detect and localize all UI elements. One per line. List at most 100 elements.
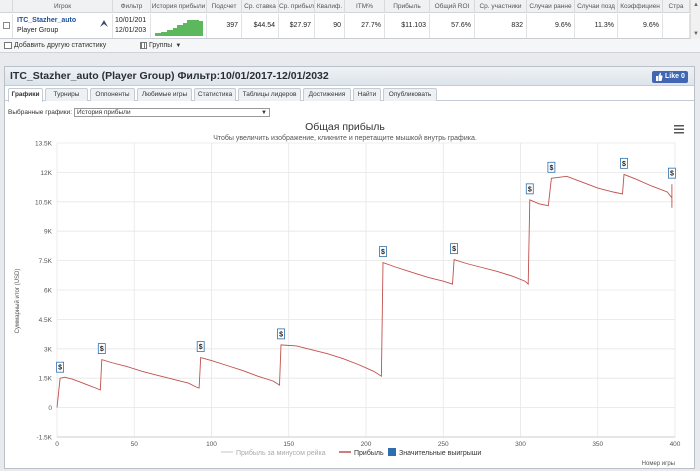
tab-achievements[interactable]: Достижения [303,88,351,101]
tab-find[interactable]: Найти [353,88,381,101]
filter-cell: 10/01/201 12/01/203 [113,14,151,38]
big-win-marker-label: $ [622,161,626,168]
add-stat-label: Добавить другую статистику [14,42,107,49]
count-value: 397 [207,14,242,38]
y-tick-label: 0 [48,405,52,412]
header-count[interactable]: Подсчет [207,0,242,13]
big-win-marker-label: $ [670,171,674,178]
panel-header: ITC_Stazher_auto (Player Group) Фильтр:1… [5,67,694,86]
header-player[interactable]: Игрок [13,0,113,13]
tab-publish[interactable]: Опубликовать [383,88,437,101]
select-all-header [0,0,13,13]
big-win-marker[interactable]: $ [525,183,534,195]
x-tick-label: 350 [592,441,603,448]
chart-subtitle: Чтобы увеличить изображение, кликните и … [213,134,477,142]
y-tick-label: 4.5K [39,317,53,324]
y-tick-label: -1.5K [36,435,52,442]
tab-statistics[interactable]: Статистика [194,88,236,101]
header-avg-participants[interactable]: Ср. участники [475,0,527,13]
y-tick-label: 10.5K [35,199,53,206]
tab-opponents[interactable]: Оппоненты [90,88,135,101]
header-profit-history[interactable]: История прибыли [151,0,207,13]
add-stat-button[interactable]: Добавить другую статистику [4,41,106,51]
qualif-value: 90 [315,14,345,38]
groups-button[interactable]: Группы ▼ [140,41,181,51]
grid-icon [140,41,147,49]
coefficient-value: 9.6% [618,14,663,38]
big-win-marker-label: $ [100,346,104,353]
y-tick-label: 3K [44,346,53,353]
scroll-down-icon[interactable]: ▼ [692,30,700,38]
header-filter[interactable]: Фильтр [113,0,151,13]
big-win-marker-label: $ [452,246,456,253]
big-win-marker[interactable]: $ [277,328,285,340]
big-win-marker[interactable]: $ [668,167,676,179]
chart-title: Общая прибыль [305,121,385,133]
big-win-marker[interactable]: $ [379,246,387,257]
big-win-marker-label: $ [199,344,203,351]
header-early-cases[interactable]: Случаи ранне [527,0,575,13]
profit-value: $11.103 [385,14,430,38]
header-roi[interactable]: Общий ROI [430,0,475,13]
y-tick-label: 6K [44,288,53,295]
big-win-marker[interactable]: $ [620,157,628,169]
header-qualif[interactable]: Квалиф. [315,0,345,13]
y-tick-label: 7.5K [39,258,53,265]
tab-favorite-games[interactable]: Любимые игры [137,88,192,101]
big-win-marker[interactable]: $ [97,343,106,354]
header-country[interactable]: Стра [663,0,690,13]
big-win-marker[interactable]: $ [450,243,458,255]
tab-tournaments[interactable]: Турниры [45,88,88,101]
header-coefficient[interactable]: Коэффициен [618,0,663,13]
big-win-marker[interactable]: $ [547,161,556,173]
tab-leaderboards[interactable]: Таблицы лидеров [238,88,301,101]
tab-charts[interactable]: Графики [8,88,43,102]
header-avg-profit[interactable]: Ср. прибыль [279,0,315,13]
y-tick-label: 12K [40,170,52,177]
big-win-marker-label: $ [381,249,385,256]
player-group-label: Player Group [17,27,59,34]
header-late-cases[interactable]: Случаи позд [575,0,618,13]
profit-sparkline [155,20,203,36]
x-tick-label: 400 [670,441,681,448]
legend-wins-label[interactable]: Значительные выигрыши [399,450,481,457]
early-cases-value: 9.6% [527,14,575,38]
big-win-marker[interactable]: $ [56,361,64,373]
stats-table: Игрок Фильтр История прибыли Подсчет Ср.… [0,0,700,39]
profit-chart[interactable]: Общая прибыль Чтобы увеличить изображени… [7,119,692,468]
table-scrollbar[interactable]: ▲ ▼ [690,0,700,39]
player-panel: ITC_Stazher_auto (Player Group) Фильтр:1… [4,66,695,469]
player-name-link[interactable]: ITC_Stazher_auto [17,16,112,26]
chart-selector-dropdown[interactable]: История прибыли ▼ [74,108,270,117]
itm-value: 27.7% [345,14,385,38]
x-tick-label: 250 [438,441,449,448]
legend-profit-label[interactable]: Прибыль [354,449,384,457]
scroll-up-icon[interactable]: ▲ [692,1,700,9]
header-itm[interactable]: ITM% [345,0,385,13]
x-tick-label: 300 [515,441,526,448]
panel-title: ITC_Stazher_auto (Player Group) Фильтр:1… [10,70,329,82]
x-tick-label: 200 [361,441,372,448]
big-win-marker-label: $ [279,331,283,338]
facebook-thumb-icon [656,72,663,81]
filter-to-date: 12/01/203 [115,27,147,34]
legend-wins-swatch [388,448,396,456]
chart-area[interactable]: Общая прибыль Чтобы увеличить изображени… [7,119,692,468]
legend-rake-label[interactable]: Прибыль за минусом рейка [236,449,326,457]
profit-series-line [56,173,673,408]
profit-history-cell [151,14,207,38]
big-win-marker-label: $ [528,186,532,193]
facebook-like-button[interactable]: Like 0 [652,71,688,83]
stats-table-header: Игрок Фильтр История прибыли Подсчет Ср.… [0,0,690,13]
row-checkbox[interactable] [3,22,10,29]
avg-participants-value: 832 [475,14,527,38]
header-avg-bet[interactable]: Ср. ставка [242,0,279,13]
header-profit[interactable]: Прибыль [385,0,430,13]
menu-icon[interactable] [674,125,684,134]
panel-tabs: Графики Турниры Оппоненты Любимые игры С… [5,87,694,102]
avg-profit-value: $27.97 [279,14,315,38]
groups-label: Группы [149,42,173,49]
x-tick-label: 100 [206,441,217,448]
y-tick-label: 9K [44,229,53,236]
big-win-marker[interactable]: $ [196,341,205,353]
